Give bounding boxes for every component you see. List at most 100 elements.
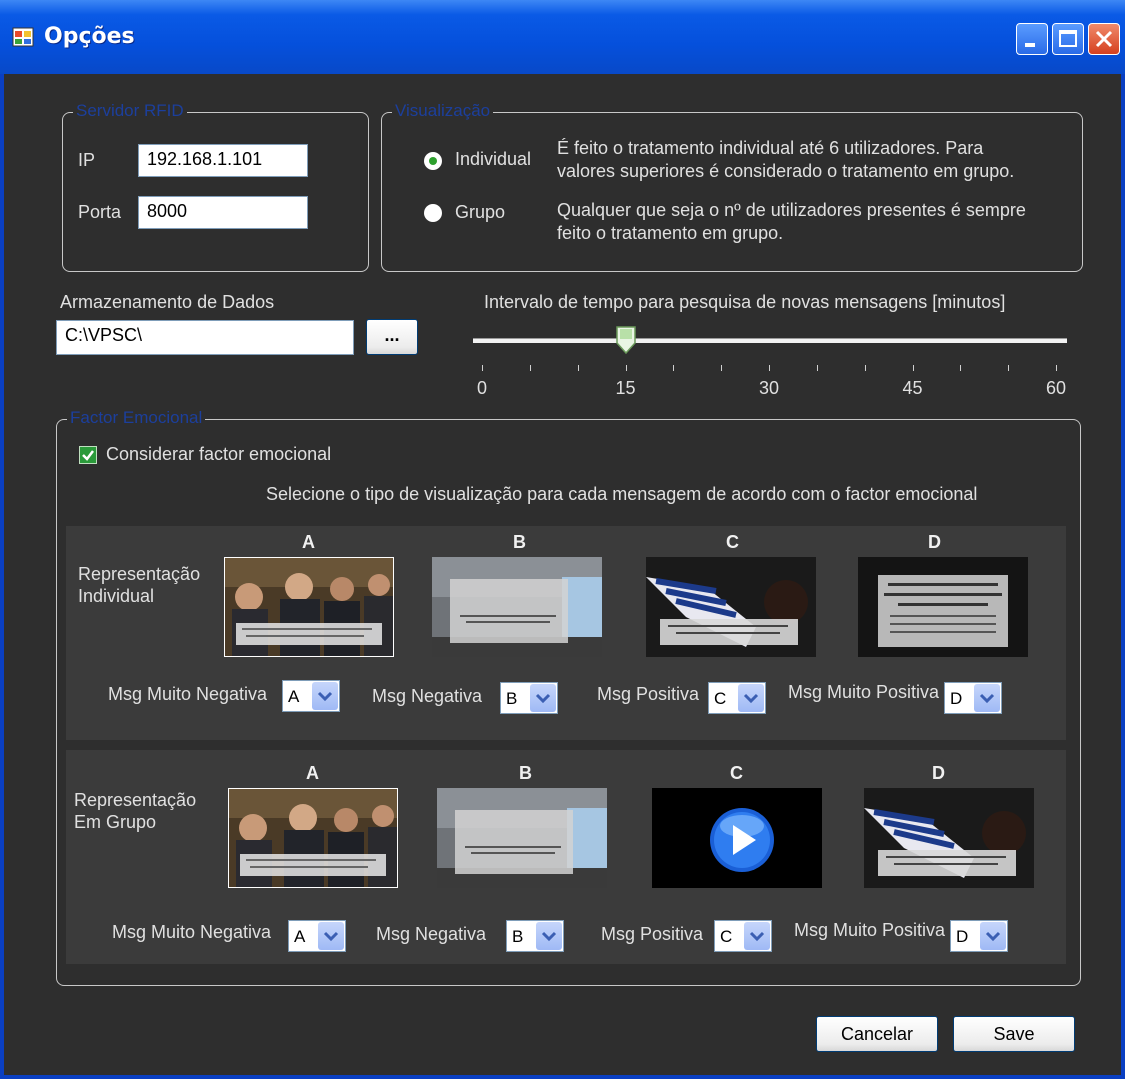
slider-tick [482,365,483,371]
individual-muito-positiva-label: Msg Muito Positiva [788,682,940,702]
grupo-positiva-value: C [720,927,733,946]
slider-tick-label: 0 [477,378,488,398]
grupo-panel-label-line2: Em Grupo [74,812,157,832]
save-button[interactable]: Save [953,1016,1075,1052]
individual-description-line1: É feito o tratamento individual até 6 ut… [557,138,984,158]
grupo-muito-positiva-dropdown-button[interactable] [980,922,1006,950]
individual-radio-label[interactable]: Individual [455,149,531,170]
grupo-letter-d: D [932,763,945,783]
slider-tick [577,365,579,371]
grupo-description-line2: feito o tratamento em grupo. [557,223,784,243]
armazenamento-label: Armazenamento de Dados [60,292,275,312]
cancel-button[interactable]: Cancelar [816,1016,938,1052]
options-dialog: Opções Servidor RFID IP 192.168.1.101 Po… [0,0,1125,1079]
slider-tick [625,365,627,371]
grupo-negativa-dropdown-button[interactable] [536,922,562,950]
individual-letter-d: D [928,532,941,552]
chevron-down-icon [749,931,765,942]
individual-muito-negativa-dropdown-button[interactable] [312,682,338,710]
considerar-checkbox[interactable] [79,446,97,464]
dialog-content: Servidor RFID IP 192.168.1.101 Porta 800… [4,74,1121,1075]
grupo-radio-label[interactable]: Grupo [455,202,505,223]
slider-thumb[interactable] [615,325,637,355]
individual-negativa-value: B [506,689,518,708]
individual-muito-positiva-value: D [950,689,963,708]
minimize-icon [1025,43,1035,47]
slider-tick-label: 45 [902,378,923,398]
slider-tick [864,365,866,371]
window-title: Opções [44,24,135,49]
individual-positiva-dropdown-button[interactable] [738,684,764,712]
individual-muito-positiva-select[interactable]: D [944,682,1002,714]
individual-negativa-dropdown-button[interactable] [530,684,556,712]
slider-tick [816,365,818,371]
grupo-muito-positiva-value: D [956,927,969,946]
grupo-negativa-value: B [512,927,524,946]
slider-tick-label: 60 [1046,378,1067,398]
visualizacao-group: Visualização [381,101,1083,272]
chevron-down-icon [541,931,557,942]
factor-instruction: Selecione o tipo de visualização para ca… [266,484,978,504]
grupo-muito-negativa-select[interactable]: A [288,920,346,952]
factor-emocional-legend: Factor Emocional [67,408,206,428]
grupo-radio[interactable] [424,204,442,222]
individual-letter-c: C [726,532,739,552]
grupo-preview-d-image[interactable] [864,788,1034,888]
armazenamento-path-input[interactable]: C:\VPSC\ [56,320,354,355]
porta-label: Porta [78,202,122,222]
individual-negativa-select[interactable]: B [500,682,558,714]
slider-tick [673,365,675,371]
grupo-panel-label-line1: Representação [74,790,197,810]
chevron-down-icon [979,693,995,704]
individual-muito-negativa-label: Msg Muito Negativa [108,684,268,704]
visualizacao-legend: Visualização [392,101,494,121]
grupo-negativa-select[interactable]: B [506,920,564,952]
individual-negativa-label: Msg Negativa [372,686,483,706]
grupo-preview-b-image[interactable] [437,788,607,888]
individual-muito-negativa-select[interactable]: A [282,680,340,712]
slider-tick [1056,365,1057,371]
grupo-muito-positiva-label: Msg Muito Positiva [794,920,946,940]
ip-input[interactable]: 192.168.1.101 [138,144,308,177]
slider-tick [529,365,531,371]
chevron-down-icon [323,931,339,942]
grupo-preview-c-video[interactable] [652,788,822,888]
maximize-icon [1059,30,1077,47]
individual-letter-b: B [513,532,526,552]
grupo-positiva-label: Msg Positiva [601,924,704,944]
individual-muito-positiva-dropdown-button[interactable] [974,684,1000,712]
individual-positiva-select[interactable]: C [708,682,766,714]
individual-preview-d-image[interactable] [858,557,1028,657]
individual-radio[interactable] [424,152,442,170]
browse-button[interactable]: ... [366,319,418,355]
grupo-muito-negativa-label: Msg Muito Negativa [112,922,272,942]
close-button[interactable] [1088,23,1120,55]
chevron-down-icon [317,691,333,702]
minimize-button[interactable] [1016,23,1048,55]
individual-positiva-label: Msg Positiva [597,684,700,704]
slider-tick [960,365,962,371]
servidor-rfid-legend: Servidor RFID [73,101,187,121]
maximize-button[interactable] [1052,23,1084,55]
grupo-preview-a-image[interactable] [228,788,398,888]
slider-tick-label: 15 [615,378,636,398]
considerar-checkbox-label[interactable]: Considerar factor emocional [106,444,331,465]
individual-panel-label-line2: Individual [78,586,155,606]
individual-preview-b-image[interactable] [432,557,602,657]
grupo-positiva-dropdown-button[interactable] [744,922,770,950]
individual-description-line2: valores superiores é considerado o trata… [557,161,1015,181]
grupo-muito-negativa-dropdown-button[interactable] [318,922,344,950]
individual-preview-c-image[interactable] [646,557,816,657]
individual-positiva-value: C [714,689,727,708]
title-bar[interactable]: Opções [0,0,1125,74]
individual-letter-a: A [302,532,315,552]
grupo-muito-positiva-select[interactable]: D [950,920,1008,952]
grupo-positiva-select[interactable]: C [714,920,772,952]
individual-preview-a-image[interactable] [224,557,394,657]
app-icon [12,27,34,47]
chevron-down-icon [535,693,551,704]
grupo-negativa-label: Msg Negativa [376,924,487,944]
close-icon [1095,30,1113,48]
porta-input[interactable]: 8000 [138,196,308,229]
intervalo-label: Intervalo de tempo para pesquisa de nova… [484,292,1006,312]
